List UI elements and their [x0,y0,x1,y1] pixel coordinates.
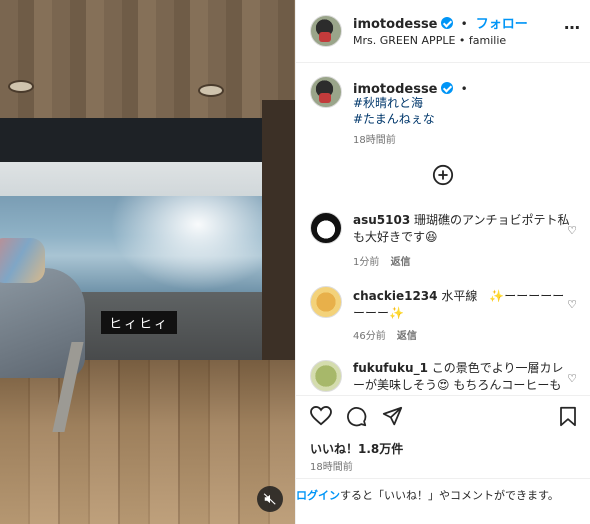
commenter-avatar[interactable] [310,286,342,318]
more-options-icon[interactable]: … [564,14,581,33]
heart-icon[interactable] [310,406,332,426]
header-username[interactable]: imotodesse [353,17,438,32]
like-comment-heart-icon[interactable]: ♡ [567,224,577,237]
comment-username[interactable]: chackie1234 [353,289,438,303]
reply-button[interactable]: 返信 [391,257,411,268]
hashtag-link[interactable]: #たまんねぇな [353,110,435,127]
verified-badge-icon [440,82,453,94]
sun-glare [110,196,270,291]
comment-time: 1分前 [353,257,380,268]
action-bar [296,395,590,436]
separator: • [460,17,468,31]
separator: • [460,82,468,96]
like-comment-heart-icon[interactable]: ♡ [567,298,577,311]
comment-username[interactable]: fukufuku_1 [353,361,428,375]
ceiling-light [8,80,34,93]
like-comment-heart-icon[interactable]: ♡ [567,372,577,385]
floor-shade [0,360,295,524]
post-side-panel: imotodesse • フォロー Mrs. GREEN APPLE • fam… [295,0,590,524]
bookmark-icon[interactable] [559,406,577,427]
muted-speaker-icon [263,493,276,505]
login-link[interactable]: ログイン [296,489,340,502]
post-video[interactable]: ヒィヒィ [0,0,295,524]
caption-time: 18時間前 [353,135,396,146]
follow-button[interactable]: フォロー [476,17,528,32]
share-icon[interactable] [382,406,403,427]
blanket [0,238,45,283]
ceiling [0,0,295,120]
post-header: imotodesse • フォロー Mrs. GREEN APPLE • fam… [296,0,590,63]
ceiling-light [198,84,224,97]
reply-button[interactable]: 返信 [397,331,417,342]
hashtag-link[interactable]: #秋晴れと海 [353,94,423,111]
curtain-valance [0,118,270,162]
comment-username[interactable]: asu5103 [353,213,410,227]
load-more-comments-button[interactable] [432,164,454,190]
post-time[interactable]: 18時間前 [310,458,353,473]
comment-icon[interactable] [346,406,367,427]
circle-plus-icon [432,164,454,186]
video-caption: ヒィヒィ [101,311,178,334]
login-prompt: ログインすると「いいね！」やコメントができます。 [296,478,590,524]
commenter-avatar[interactable] [310,360,342,392]
door-frame [262,100,295,400]
commenter-avatar[interactable] [310,212,342,244]
likes-count[interactable]: いいね！1.8万件 [310,440,403,457]
comment-time: 46分前 [353,331,386,342]
avatar[interactable] [310,15,342,47]
sky [0,160,268,200]
audio-subtitle[interactable]: Mrs. GREEN APPLE • familie [353,34,506,47]
verified-badge-icon [440,17,453,29]
login-prompt-text: すると「いいね！」やコメントができます。 [340,489,559,502]
mute-button[interactable] [257,486,283,512]
avatar[interactable] [310,76,342,108]
